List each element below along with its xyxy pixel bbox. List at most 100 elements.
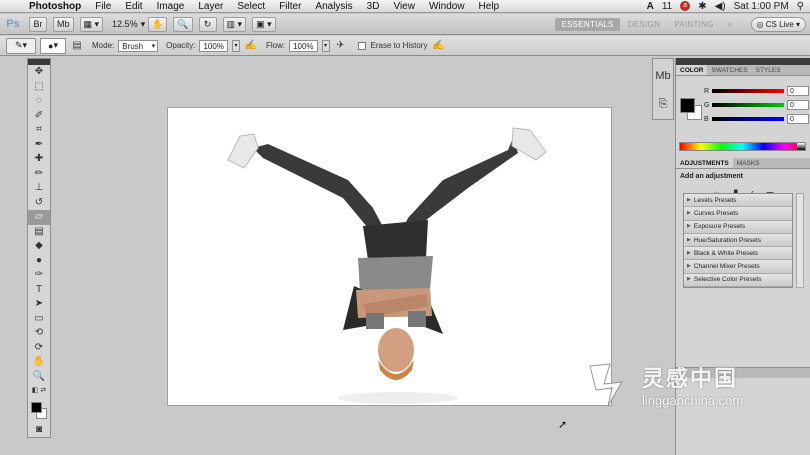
tab-adjustments[interactable]: ADJUSTMENTS [676,158,733,168]
lasso-tool-icon[interactable]: ◌ [28,94,50,109]
marquee-tool-icon[interactable]: ⬚ [28,80,50,95]
workspace-more[interactable]: » [722,18,739,31]
screen-mode-button[interactable]: ▣ ▾ [252,16,276,32]
workspace-essentials[interactable]: ESSENTIALS [555,17,620,31]
preset-channel-mixer[interactable]: ▶ Channel Mixer Presets [684,260,792,274]
menu-edit[interactable]: Edit [118,0,149,13]
menu-3d[interactable]: 3D [360,0,387,13]
zoom-level-select[interactable]: 12.5% ▾ [112,19,145,30]
blue-slider[interactable] [712,117,784,121]
volume-icon[interactable]: ◀) [715,1,726,12]
brush-panel-toggle-icon[interactable]: ▤ [70,39,84,53]
options-bar: ✎▾ ●▾ ▤ Mode: Brush Opacity: 100% ▾ ✍ Fl… [0,36,810,56]
dodge-tool-icon[interactable]: ● [28,254,50,269]
menubar-status: A 11 a ✱ ◀) Sat 1:00 PM ⚲ [647,1,810,12]
healing-brush-tool-icon[interactable]: ✚ [28,152,50,167]
opacity-field[interactable]: 100% [199,39,228,52]
panel-dock-header[interactable] [676,58,810,65]
arrange-documents-button[interactable]: ▥ ▾ [222,16,247,32]
menu-layer[interactable]: Layer [191,0,230,13]
eraser-tool-icon[interactable]: ▱ [28,210,50,225]
color-panel-foreground[interactable] [680,98,695,113]
crop-tool-icon[interactable]: ⌗ [28,123,50,138]
tool-preset-picker[interactable]: ✎ ▾ [6,37,36,54]
red-slider[interactable] [712,89,784,93]
preset-levels[interactable]: ▶ Levels Presets [684,194,792,208]
eyedropper-tool-icon[interactable]: ✒ [28,138,50,153]
clone-stamp-tool-icon[interactable]: ⊥ [28,181,50,196]
spotlight-icon[interactable]: ⚲ [797,1,804,12]
zoom-tool-button[interactable]: 🔍 [173,16,193,32]
menu-analysis[interactable]: Analysis [308,0,359,13]
adobe-icon[interactable]: A [647,1,654,12]
quick-selection-tool-icon[interactable]: ✐ [28,109,50,124]
history-brush-tool-icon[interactable]: ↺ [28,196,50,211]
canvas-area[interactable] [60,58,648,455]
green-slider[interactable] [712,103,784,107]
tab-styles[interactable]: STYLES [752,65,785,75]
pressure-size-icon[interactable]: ✍ [431,39,445,53]
mini-bridge-panel-icon[interactable]: Mb [653,65,673,87]
notification-icon[interactable]: a [680,1,691,11]
pressure-opacity-icon[interactable]: ✍ [244,39,258,53]
preset-hue-saturation[interactable]: ▶ Hue/Saturation Presets [684,233,792,248]
preset-exposure[interactable]: ▶ Exposure Presets [684,220,792,234]
menubar: Photoshop File Edit Image Layer Select F… [0,0,810,13]
pen-tool-icon[interactable]: ✑ [28,268,50,283]
cs-live-button[interactable]: ◎ CS Live ▾ [750,16,806,32]
workspace-painting[interactable]: PAINTING [668,18,720,31]
adjustments-scrollbar[interactable] [796,193,804,288]
hand-tool-icon[interactable]: ✋ [28,355,50,370]
menu-select[interactable]: Select [230,0,272,13]
tab-swatches[interactable]: SWATCHES [707,65,751,75]
brush-tool-icon[interactable]: ✏ [28,167,50,182]
default-colors-icon[interactable]: ◧ ⇄ [28,384,50,399]
3d-orbit-tool-icon[interactable]: ⟳ [28,341,50,356]
green-value-field[interactable]: 0 [787,100,809,110]
zoom-tool-icon[interactable]: 🔍 [28,370,50,385]
preset-curves[interactable]: ▶ Curves Presets [684,207,792,221]
hand-tool-button[interactable]: ✋ [148,16,168,32]
menu-help[interactable]: Help [472,0,507,13]
type-tool-icon[interactable]: T [28,283,50,298]
bridge-button[interactable]: Br [29,16,47,32]
flow-dropdown[interactable]: ▾ [321,39,330,52]
history-panel-icon[interactable]: ⎘ [653,93,673,115]
mini-bridge-button[interactable]: Mb [53,16,74,32]
color-spectrum-ramp[interactable] [679,142,806,151]
disclosure-triangle-icon: ▶ [687,209,691,216]
foreground-color-swatch[interactable] [31,401,42,413]
tab-masks[interactable]: MASKS [733,158,764,168]
menu-image[interactable]: Image [150,0,192,13]
rotate-view-button[interactable]: ↻ [198,16,217,32]
brush-preset-picker[interactable]: ● ▾ [40,37,66,54]
mode-select[interactable]: Brush [118,39,159,52]
airbrush-icon[interactable]: ✈ [334,39,348,53]
preset-black-white[interactable]: ▶ Black & White Presets [684,247,792,261]
3d-rotate-tool-icon[interactable]: ⟲ [28,326,50,341]
menu-app[interactable]: Photoshop [22,0,88,13]
menu-view[interactable]: View [386,0,422,13]
cs-live-label: CS Live [765,19,794,29]
tab-color[interactable]: COLOR [676,65,708,75]
clock[interactable]: Sat 1:00 PM [734,1,789,12]
view-extras-button[interactable]: ▦ ▾ [79,16,104,32]
preset-selective-color[interactable]: ▶ Selective Color Presets [684,273,792,288]
workspace-design[interactable]: DESIGN [622,18,666,31]
blue-value-field[interactable]: 0 [787,114,809,124]
gradient-tool-icon[interactable]: ▤ [28,225,50,240]
menu-window[interactable]: Window [422,0,472,13]
blur-tool-icon[interactable]: ◆ [28,239,50,254]
menu-filter[interactable]: Filter [272,0,308,13]
document-canvas[interactable] [168,108,611,405]
red-value-field[interactable]: 0 [787,86,809,96]
shape-tool-icon[interactable]: ▭ [28,312,50,327]
flow-field[interactable]: 100% [289,39,318,52]
path-selection-tool-icon[interactable]: ➤ [28,297,50,312]
bluetooth-icon[interactable]: ✱ [698,1,706,12]
quick-mask-icon[interactable]: ◙ [28,423,50,438]
menu-file[interactable]: File [88,0,118,13]
move-tool-icon[interactable]: ✥ [28,65,50,80]
erase-to-history-checkbox[interactable] [357,41,366,50]
opacity-dropdown[interactable]: ▾ [231,39,240,52]
